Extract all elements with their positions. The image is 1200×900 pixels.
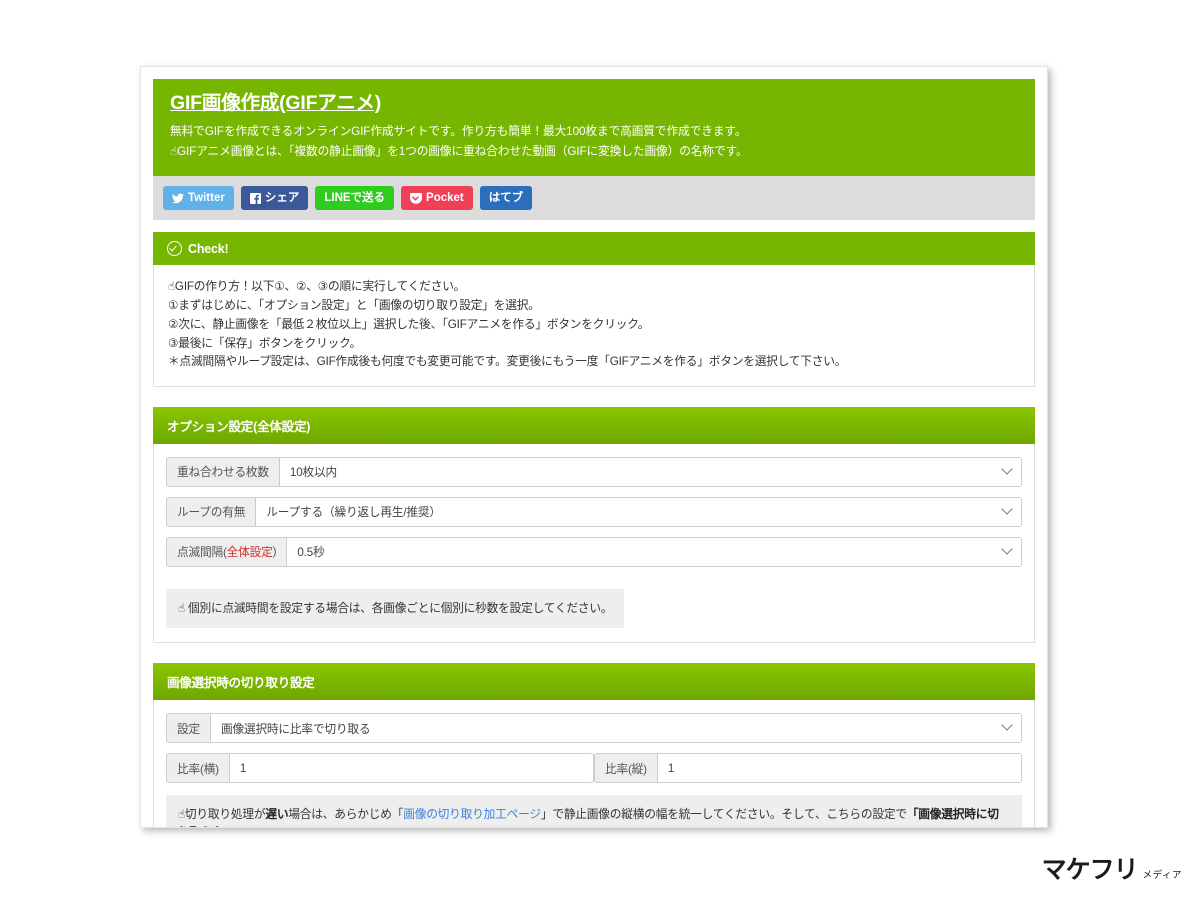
field-crop-setting-label: 設定 [166, 713, 210, 744]
field-ratio-width-input[interactable]: 1 [228, 753, 594, 784]
field-ratio-row: 比率(横) 1 比率(縦) 1 [166, 753, 1022, 784]
share-button-line-label: LINEで送る [324, 191, 386, 204]
facebook-icon [249, 192, 261, 204]
crop-section-header: 画像選択時の切り取り設定 [153, 663, 1035, 701]
field-overlay-count-label: 重ね合わせる枚数 [166, 456, 279, 487]
page-title-link[interactable]: GIF画像作成(GIFアニメ) [170, 92, 381, 114]
crop-hint-link[interactable]: 画像の切り取り加工ページ [403, 808, 541, 821]
field-crop-setting: 設定 画像選択時に比率で切り取る [166, 713, 1022, 744]
check-line-2: ①まずはじめに、「オプション設定」と「画像の切り取り設定」を選択。 [168, 299, 540, 313]
hero-description-1: 無料でGIFを作成できるオンラインGIF作成サイトです。作り方も簡単！最大100… [170, 125, 747, 139]
share-button-pocket[interactable]: Pocket [401, 186, 473, 211]
field-ratio-height-input[interactable]: 1 [656, 753, 1022, 784]
field-ratio-height-value: 1 [667, 761, 675, 775]
spacer-after-check [153, 386, 1035, 407]
field-ratio-width: 比率(横) 1 [166, 753, 594, 784]
crop-hint-pre: 切り取り処理が [184, 808, 266, 822]
share-button-line[interactable]: LINEで送る [315, 186, 395, 211]
share-button-hatena[interactable]: はてブ [479, 186, 533, 211]
field-loop: ループの有無 ループする（繰り返し再生/推奨） [166, 496, 1022, 527]
field-ratio-width-label: 比率(横) [166, 753, 229, 784]
twitter-icon [172, 193, 184, 204]
crop-hint-mid-1: 場合は、あらかじめ「 [288, 808, 404, 822]
crop-hint: ☝切り取り処理が遅い場合は、あらかじめ「画像の切り取り加工ページ」で静止画像の縦… [166, 795, 1022, 827]
options-section-header: オプション設定(全体設定) [153, 406, 1035, 444]
pointer-icon: ☝ [170, 144, 178, 159]
crop-section-body: 設定 画像選択時に比率で切り取る 比率(横) 1 比率(縦) 1 ☝切り取り処理… [153, 700, 1035, 827]
field-loop-value: ループする（繰り返し再生/推奨） [266, 506, 441, 520]
crop-hint-mid-2: 」で静止画像の縦横の幅を統一してください。そして、こちらの設定で [540, 808, 907, 822]
site-inner: GIF画像作成(GIFアニメ) 無料でGIFを作成できるオンラインGIF作成サイ… [141, 67, 1047, 827]
check-section-title: Check! [188, 241, 229, 256]
site-container: GIF画像作成(GIFアニメ) 無料でGIFを作成できるオンラインGIF作成サイ… [140, 66, 1048, 828]
field-interval-value: 0.5秒 [297, 546, 325, 560]
share-button-twitter-label: Twitter [188, 191, 225, 204]
check-line-1: ☝GIFの作り方！以下①、②、③の順に実行してください。 [168, 277, 1020, 297]
field-interval-label: 点滅間隔(全体設定) [166, 536, 287, 567]
options-section-body: 重ね合わせる枚数 10枚以内 ループの有無 ループする（繰り返し再生/推奨） 点… [153, 443, 1035, 644]
field-ratio-height: 比率(縦) 1 [594, 753, 1022, 784]
field-interval-select[interactable]: 0.5秒 [286, 536, 1022, 567]
check-line-3: ②次に、静止画像を「最低２枚位以上」選択した後、「GIFアニメを作る」ボタンをク… [168, 317, 650, 331]
field-interval: 点滅間隔(全体設定) 0.5秒 [166, 536, 1022, 567]
field-overlay-count-select[interactable]: 10枚以内 [278, 456, 1022, 487]
field-ratio-height-label: 比率(縦) [594, 753, 657, 784]
share-button-facebook-label: シェア [264, 191, 300, 204]
share-button-facebook[interactable]: シェア [240, 186, 309, 211]
options-section-title: オプション設定(全体設定) [167, 419, 311, 434]
pointer-icon: ☝ [168, 279, 175, 294]
brand-logo-sub: メディア [1142, 869, 1182, 881]
field-interval-label-tail: ) [272, 545, 277, 559]
share-button-pocket-label: Pocket [426, 191, 464, 204]
share-button-hatena-label: はてブ [488, 191, 524, 204]
field-overlay-count: 重ね合わせる枚数 10枚以内 [166, 456, 1022, 487]
pointer-icon: ☝ [178, 600, 185, 615]
share-button-twitter[interactable]: Twitter [163, 186, 234, 211]
check-line-5: ＊点滅間隔やループ設定は、GIF作成後も何度でも変更可能です。変更後にもう一度「… [168, 355, 847, 369]
check-line-4: ③最後に「保存」ボタンをクリック。 [168, 336, 362, 350]
check-section-body: ☝GIFの作り方！以下①、②、③の順に実行してください。 ①まずはじめに、「オプ… [153, 265, 1035, 387]
crop-section-title: 画像選択時の切り取り設定 [167, 676, 315, 691]
pointer-icon: ☝ [178, 807, 185, 822]
check-circle-icon [167, 241, 182, 257]
field-overlay-count-value: 10枚以内 [289, 466, 337, 480]
field-interval-label-accent: 全体設定 [226, 546, 273, 560]
spacer-after-options [153, 643, 1035, 664]
hero-header: GIF画像作成(GIFアニメ) 無料でGIFを作成できるオンラインGIF作成サイ… [153, 79, 1035, 177]
crop-hint-bold-slow: 遅い [265, 808, 289, 822]
field-loop-label: ループの有無 [166, 496, 256, 527]
field-interval-label-head: 点滅間隔( [177, 546, 227, 560]
brand-logo-mark: マケフリ [1041, 855, 1139, 884]
field-crop-setting-select[interactable]: 画像選択時に比率で切り取る [209, 713, 1022, 744]
check-line-1-text: GIFの作り方！以下①、②、③の順に実行してください。 [174, 280, 466, 294]
check-section-header: Check! [153, 232, 1035, 266]
social-share-bar: Twitter シェア LINEで送る Pocket はてブ [153, 176, 1035, 221]
options-hint-text: 個別に点滅時間を設定する場合は、各画像ごとに個別に秒数を設定してください。 [187, 601, 613, 615]
field-ratio-width-value: 1 [239, 761, 247, 775]
pocket-icon [410, 192, 423, 204]
hero-description-2-text: GIFアニメ画像とは、「複数の静止画像」を1つの画像に重ね合わせた動画（GIFに… [177, 145, 748, 159]
hero-description-2: ☝GIFアニメ画像とは、「複数の静止画像」を1つの画像に重ね合わせた動画（GIF… [170, 142, 1019, 162]
options-hint: ☝ 個別に点滅時間を設定する場合は、各画像ごとに個別に秒数を設定してください。 [166, 588, 625, 629]
brand-logo: マケフリ メディア [1042, 857, 1182, 882]
field-loop-select[interactable]: ループする（繰り返し再生/推奨） [255, 496, 1022, 527]
field-crop-setting-value: 画像選択時に比率で切り取る [220, 722, 371, 736]
spacer-after-social [153, 220, 1035, 233]
